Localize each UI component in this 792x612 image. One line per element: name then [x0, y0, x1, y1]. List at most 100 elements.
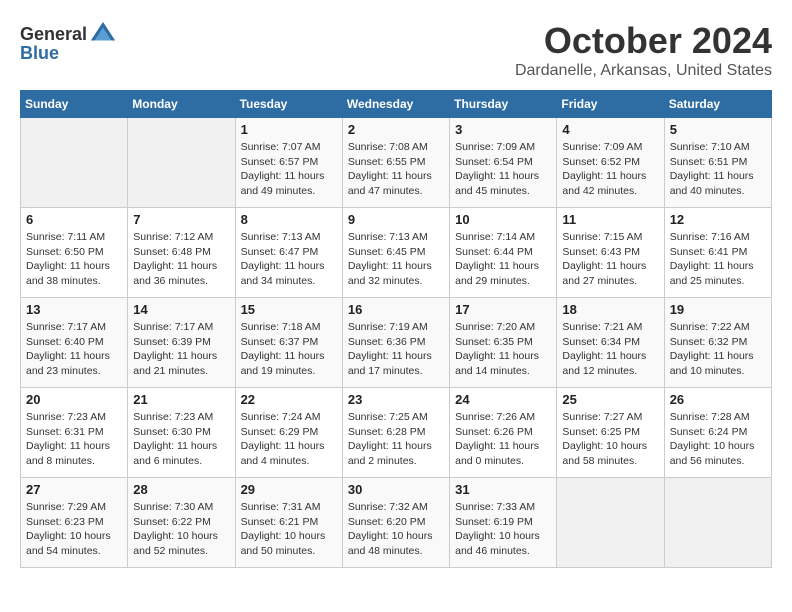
- day-number: 26: [670, 392, 766, 407]
- calendar-cell: 20Sunrise: 7:23 AM Sunset: 6:31 PM Dayli…: [21, 388, 128, 478]
- day-number: 6: [26, 212, 122, 227]
- day-info: Sunrise: 7:21 AM Sunset: 6:34 PM Dayligh…: [562, 320, 658, 379]
- day-info: Sunrise: 7:16 AM Sunset: 6:41 PM Dayligh…: [670, 230, 766, 289]
- day-info: Sunrise: 7:14 AM Sunset: 6:44 PM Dayligh…: [455, 230, 551, 289]
- calendar-cell: 10 Sunrise: 7:14 AM Sunset: 6:44 PM Dayli…: [450, 208, 557, 298]
- logo-text-general: General: [20, 24, 87, 45]
- calendar-cell: 3 Sunrise: 7:09 AM Sunset: 6:54 PM Daylig…: [450, 118, 557, 208]
- calendar-header-row: SundayMondayTuesdayWednesdayThursdayFrid…: [21, 91, 772, 118]
- calendar-cell: [557, 478, 664, 568]
- calendar-week-row: 20Sunrise: 7:23 AM Sunset: 6:31 PM Dayli…: [21, 388, 772, 478]
- day-number: 28: [133, 482, 229, 497]
- day-info: Sunrise: 7:27 AM Sunset: 6:25 PM Dayligh…: [562, 410, 658, 469]
- calendar-cell: 28 Sunrise: 7:30 AM Sunset: 6:22 PM Dayli…: [128, 478, 235, 568]
- day-number: 4: [562, 122, 658, 137]
- day-info: Sunrise: 7:10 AM Sunset: 6:51 PM Dayligh…: [670, 140, 766, 199]
- calendar-cell: 22 Sunrise: 7:24 AM Sunset: 6:29 PM Dayli…: [235, 388, 342, 478]
- day-number: 11: [562, 212, 658, 227]
- calendar-cell: 24Sunrise: 7:26 AM Sunset: 6:26 PM Dayli…: [450, 388, 557, 478]
- day-number: 30: [348, 482, 444, 497]
- day-info: Sunrise: 7:24 AM Sunset: 6:29 PM Dayligh…: [241, 410, 337, 469]
- day-number: 17: [455, 302, 551, 317]
- logo: General Blue: [20, 20, 117, 64]
- calendar-week-row: 1Sunrise: 7:07 AM Sunset: 6:57 PM Daylig…: [21, 118, 772, 208]
- calendar-cell: 5 Sunrise: 7:10 AM Sunset: 6:51 PM Daylig…: [664, 118, 771, 208]
- day-number: 10: [455, 212, 551, 227]
- day-number: 9: [348, 212, 444, 227]
- day-number: 13: [26, 302, 122, 317]
- calendar-cell: 25Sunrise: 7:27 AM Sunset: 6:25 PM Dayli…: [557, 388, 664, 478]
- day-number: 3: [455, 122, 551, 137]
- calendar-header-friday: Friday: [557, 91, 664, 118]
- calendar-header-monday: Monday: [128, 91, 235, 118]
- day-info: Sunrise: 7:20 AM Sunset: 6:35 PM Dayligh…: [455, 320, 551, 379]
- day-number: 18: [562, 302, 658, 317]
- day-info: Sunrise: 7:28 AM Sunset: 6:24 PM Dayligh…: [670, 410, 766, 469]
- calendar-body: 1Sunrise: 7:07 AM Sunset: 6:57 PM Daylig…: [21, 118, 772, 568]
- day-info: Sunrise: 7:33 AM Sunset: 6:19 PM Dayligh…: [455, 500, 551, 559]
- calendar-cell: 14 Sunrise: 7:17 AM Sunset: 6:39 PM Dayli…: [128, 298, 235, 388]
- day-info: Sunrise: 7:22 AM Sunset: 6:32 PM Dayligh…: [670, 320, 766, 379]
- calendar-cell: 4 Sunrise: 7:09 AM Sunset: 6:52 PM Daylig…: [557, 118, 664, 208]
- calendar-header-tuesday: Tuesday: [235, 91, 342, 118]
- day-number: 15: [241, 302, 337, 317]
- calendar-cell: 2 Sunrise: 7:08 AM Sunset: 6:55 PM Daylig…: [342, 118, 449, 208]
- calendar-cell: 7 Sunrise: 7:12 AM Sunset: 6:48 PM Daylig…: [128, 208, 235, 298]
- calendar-cell: 21Sunrise: 7:23 AM Sunset: 6:30 PM Dayli…: [128, 388, 235, 478]
- day-info: Sunrise: 7:25 AM Sunset: 6:28 PM Dayligh…: [348, 410, 444, 469]
- calendar-cell: 31Sunrise: 7:33 AM Sunset: 6:19 PM Dayli…: [450, 478, 557, 568]
- day-info: Sunrise: 7:29 AM Sunset: 6:23 PM Dayligh…: [26, 500, 122, 559]
- day-number: 20: [26, 392, 122, 407]
- day-info: Sunrise: 7:17 AM Sunset: 6:39 PM Dayligh…: [133, 320, 229, 379]
- calendar-cell: 29Sunrise: 7:31 AM Sunset: 6:21 PM Dayli…: [235, 478, 342, 568]
- calendar-week-row: 27Sunrise: 7:29 AM Sunset: 6:23 PM Dayli…: [21, 478, 772, 568]
- day-number: 5: [670, 122, 766, 137]
- page-header: General Blue October 2024 Dardanelle, Ar…: [20, 20, 772, 80]
- day-info: Sunrise: 7:18 AM Sunset: 6:37 PM Dayligh…: [241, 320, 337, 379]
- calendar-cell: 27Sunrise: 7:29 AM Sunset: 6:23 PM Dayli…: [21, 478, 128, 568]
- location-title: Dardanelle, Arkansas, United States: [515, 62, 772, 80]
- calendar-cell: [128, 118, 235, 208]
- day-info: Sunrise: 7:11 AM Sunset: 6:50 PM Dayligh…: [26, 230, 122, 289]
- day-info: Sunrise: 7:09 AM Sunset: 6:54 PM Dayligh…: [455, 140, 551, 199]
- day-info: Sunrise: 7:12 AM Sunset: 6:48 PM Dayligh…: [133, 230, 229, 289]
- calendar-header-saturday: Saturday: [664, 91, 771, 118]
- day-number: 2: [348, 122, 444, 137]
- day-info: Sunrise: 7:32 AM Sunset: 6:20 PM Dayligh…: [348, 500, 444, 559]
- calendar-cell: 17 Sunrise: 7:20 AM Sunset: 6:35 PM Dayli…: [450, 298, 557, 388]
- day-info: Sunrise: 7:31 AM Sunset: 6:21 PM Dayligh…: [241, 500, 337, 559]
- day-number: 7: [133, 212, 229, 227]
- day-number: 24: [455, 392, 551, 407]
- day-info: Sunrise: 7:30 AM Sunset: 6:22 PM Dayligh…: [133, 500, 229, 559]
- calendar-header-sunday: Sunday: [21, 91, 128, 118]
- day-info: Sunrise: 7:08 AM Sunset: 6:55 PM Dayligh…: [348, 140, 444, 199]
- day-number: 8: [241, 212, 337, 227]
- calendar-header-wednesday: Wednesday: [342, 91, 449, 118]
- day-info: Sunrise: 7:17 AM Sunset: 6:40 PM Dayligh…: [26, 320, 122, 379]
- calendar-week-row: 6 Sunrise: 7:11 AM Sunset: 6:50 PM Daylig…: [21, 208, 772, 298]
- calendar-table: SundayMondayTuesdayWednesdayThursdayFrid…: [20, 90, 772, 568]
- day-number: 12: [670, 212, 766, 227]
- day-number: 1: [241, 122, 337, 137]
- logo-icon: [89, 20, 117, 48]
- day-number: 16: [348, 302, 444, 317]
- calendar-header-thursday: Thursday: [450, 91, 557, 118]
- day-info: Sunrise: 7:23 AM Sunset: 6:30 PM Dayligh…: [133, 410, 229, 469]
- calendar-cell: 13 Sunrise: 7:17 AM Sunset: 6:40 PM Dayli…: [21, 298, 128, 388]
- calendar-week-row: 13 Sunrise: 7:17 AM Sunset: 6:40 PM Dayli…: [21, 298, 772, 388]
- day-info: Sunrise: 7:15 AM Sunset: 6:43 PM Dayligh…: [562, 230, 658, 289]
- day-number: 14: [133, 302, 229, 317]
- day-info: Sunrise: 7:13 AM Sunset: 6:47 PM Dayligh…: [241, 230, 337, 289]
- calendar-cell: 19Sunrise: 7:22 AM Sunset: 6:32 PM Dayli…: [664, 298, 771, 388]
- day-number: 22: [241, 392, 337, 407]
- calendar-cell: 23 Sunrise: 7:25 AM Sunset: 6:28 PM Dayli…: [342, 388, 449, 478]
- calendar-cell: 1Sunrise: 7:07 AM Sunset: 6:57 PM Daylig…: [235, 118, 342, 208]
- day-number: 23: [348, 392, 444, 407]
- month-title: October 2024: [515, 20, 772, 62]
- calendar-cell: 11 Sunrise: 7:15 AM Sunset: 6:43 PM Dayli…: [557, 208, 664, 298]
- calendar-cell: 16 Sunrise: 7:19 AM Sunset: 6:36 PM Dayli…: [342, 298, 449, 388]
- calendar-cell: [664, 478, 771, 568]
- calendar-cell: 30 Sunrise: 7:32 AM Sunset: 6:20 PM Dayli…: [342, 478, 449, 568]
- day-info: Sunrise: 7:09 AM Sunset: 6:52 PM Dayligh…: [562, 140, 658, 199]
- day-info: Sunrise: 7:19 AM Sunset: 6:36 PM Dayligh…: [348, 320, 444, 379]
